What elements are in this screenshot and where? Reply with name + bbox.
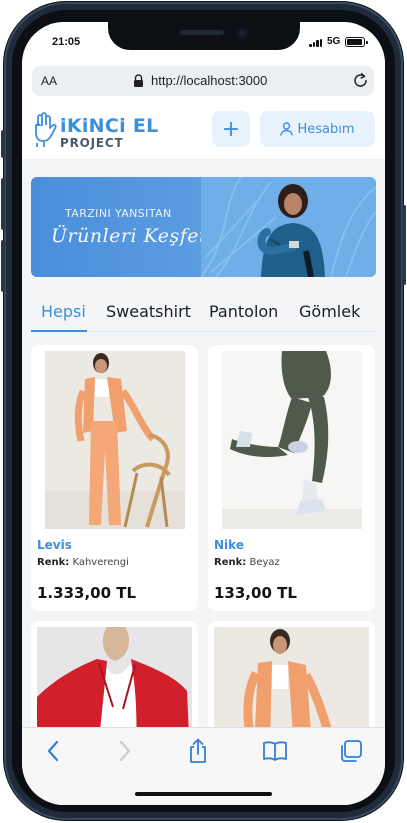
banner-tagline: TARZINI YANSITAN xyxy=(65,207,172,220)
home-indicator[interactable] xyxy=(135,792,272,796)
notch xyxy=(108,22,300,50)
status-bar: 21:05 5G xyxy=(22,22,385,66)
hand-logo-icon[interactable] xyxy=(32,112,58,148)
product-image[interactable] xyxy=(45,351,185,529)
tab-pantolon[interactable]: Pantolon xyxy=(209,302,278,321)
address-bar-area: AA http://localhost:3000 xyxy=(22,66,385,106)
logo-title[interactable]: iKiNCi EL xyxy=(60,115,159,137)
color-label: Renk: xyxy=(37,557,70,568)
battery-icon xyxy=(345,37,368,47)
product-card[interactable]: Nike Renk: Beyaz 133,00 TL xyxy=(208,345,375,611)
product-color: Renk: Kahverengi xyxy=(37,557,129,568)
color-label: Renk: xyxy=(214,557,247,568)
product-brand[interactable]: Levis xyxy=(37,538,72,552)
app-header: iKiNCi EL PROJECT + Hesabım xyxy=(22,106,385,160)
power-button xyxy=(402,205,406,285)
product-price: 133,00 TL xyxy=(214,584,297,602)
product-card[interactable]: Levis Renk: Kahverengi 1.333,00 TL xyxy=(31,345,198,611)
volume-down-button xyxy=(1,240,5,292)
account-button[interactable]: Hesabım xyxy=(260,111,375,147)
mute-switch xyxy=(1,130,5,158)
product-price: 1.333,00 TL xyxy=(37,584,137,602)
product-image[interactable] xyxy=(222,351,362,529)
share-icon[interactable] xyxy=(185,738,211,764)
tab-sweatshirt[interactable]: Sweatshirt xyxy=(106,302,191,321)
screen: 21:05 5G AA http://localhost:3000 iKiNCi… xyxy=(22,22,385,805)
text-size-button[interactable]: AA xyxy=(41,74,57,88)
color-value: Beyaz xyxy=(249,557,280,568)
banner-headline: Ürünleri Keşfet xyxy=(51,225,208,247)
volume-up-button xyxy=(1,178,5,230)
lock-icon xyxy=(134,74,143,87)
url-text[interactable]: http://localhost:3000 xyxy=(151,73,267,88)
active-tab-indicator xyxy=(31,330,87,332)
product-brand[interactable]: Nike xyxy=(214,538,244,552)
tab-gomlek[interactable]: Gömlek xyxy=(299,302,360,321)
add-product-button[interactable]: + xyxy=(212,111,250,147)
banner-model-image xyxy=(201,177,376,277)
reload-icon[interactable] xyxy=(352,72,369,89)
user-icon xyxy=(280,122,294,136)
network-label: 5G xyxy=(327,36,341,47)
tabs-icon[interactable] xyxy=(338,738,364,764)
bookmarks-icon[interactable] xyxy=(262,738,288,764)
forward-icon[interactable] xyxy=(111,738,137,764)
signal-icon xyxy=(309,39,323,47)
color-value: Kahverengi xyxy=(72,557,129,568)
speaker xyxy=(180,30,224,35)
promo-banner[interactable]: TARZINI YANSITAN Ürünleri Keşfet xyxy=(31,177,376,277)
address-bar[interactable]: AA http://localhost:3000 xyxy=(32,66,374,96)
logo-subtitle[interactable]: PROJECT xyxy=(60,136,124,150)
front-camera xyxy=(236,27,248,39)
back-icon[interactable] xyxy=(41,738,67,764)
category-tabs: Hepsi Sweatshirt Pantolon Gömlek xyxy=(31,300,376,332)
product-color: Renk: Beyaz xyxy=(214,557,280,568)
account-button-label: Hesabım xyxy=(297,121,355,137)
status-time: 21:05 xyxy=(52,36,81,48)
tab-hepsi[interactable]: Hepsi xyxy=(41,302,86,321)
